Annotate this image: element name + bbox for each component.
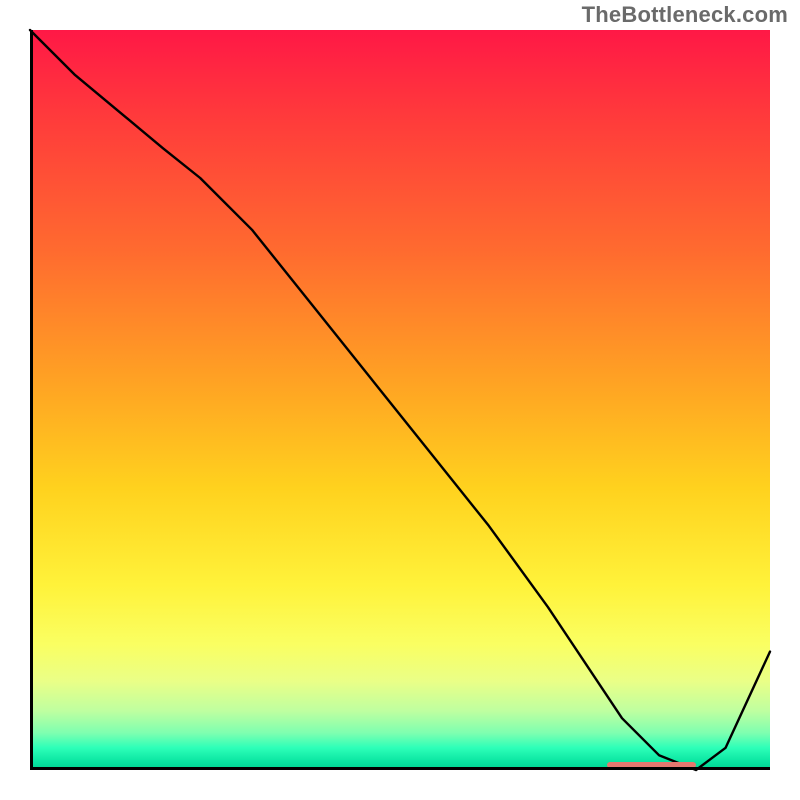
bottleneck-line-chart [30,30,770,770]
attribution-text: TheBottleneck.com [582,2,788,28]
plot-area [30,30,770,770]
chart-frame: TheBottleneck.com [0,0,800,800]
optimal-range-marker [607,762,696,768]
bottleneck-curve [30,30,770,770]
